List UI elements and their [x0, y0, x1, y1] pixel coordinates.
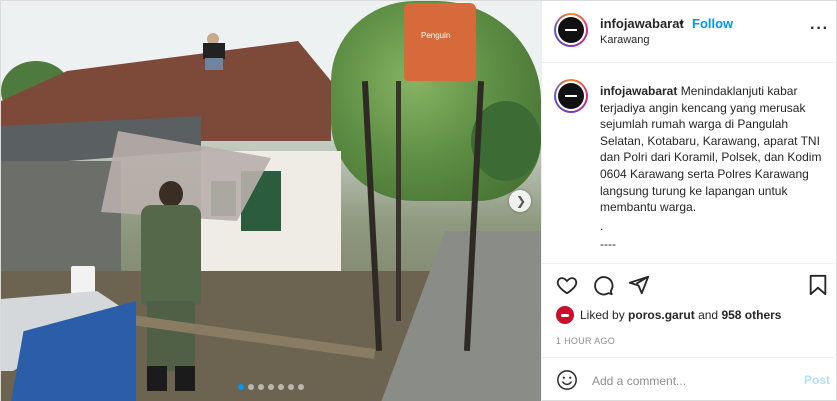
- chevron-right-icon: ❯: [515, 194, 527, 208]
- post-photo[interactable]: Penguin ❯: [1, 1, 541, 401]
- post-timestamp[interactable]: 1 HOUR AGO: [556, 336, 615, 346]
- photo-man-on-roof: [201, 33, 229, 73]
- avatar[interactable]: [554, 13, 588, 47]
- carousel-dot: [278, 384, 284, 390]
- likes-others[interactable]: 958 others: [721, 308, 781, 322]
- post-header: infojawabarat • Follow Karawang ···: [542, 1, 837, 63]
- heart-icon[interactable]: [556, 274, 578, 296]
- caption-avatar[interactable]: [554, 79, 588, 113]
- follow-button[interactable]: Follow: [692, 16, 733, 31]
- carousel-dot: [258, 384, 264, 390]
- instagram-post: Penguin ❯ infojawabarat • Follow Karawan…: [0, 0, 837, 401]
- username-link[interactable]: infojawabarat: [600, 16, 684, 31]
- carousel-dot: [298, 384, 304, 390]
- likes-and: and: [698, 308, 719, 322]
- location-link[interactable]: Karawang: [600, 34, 650, 46]
- more-horizontal-icon[interactable]: ···: [810, 21, 829, 37]
- separator-dot: •: [679, 15, 684, 30]
- liker-username[interactable]: poros.garut: [628, 308, 695, 322]
- carousel-indicator: [1, 384, 541, 390]
- photo-tank-brand: Penguin: [421, 31, 451, 40]
- likes-prefix: Liked by: [580, 308, 625, 322]
- liker-avatar[interactable]: [556, 306, 574, 324]
- photo-water-tank: [404, 3, 476, 81]
- carousel-dot: [238, 384, 244, 390]
- caption-area: infojawabarat Menindaklanjuti kabar terj…: [542, 63, 837, 263]
- caption-dot-line: .: [600, 218, 604, 233]
- caption-dash-line: ----: [600, 237, 616, 252]
- action-bar: Liked by poros.garut and 958 others 1 HO…: [542, 263, 837, 371]
- photo-soldier: [129, 181, 209, 391]
- caption: infojawabarat Menindaklanjuti kabar terj…: [600, 83, 828, 253]
- carousel-dot: [288, 384, 294, 390]
- likes-summary[interactable]: Liked by poros.garut and 958 others: [580, 308, 781, 322]
- comment-input[interactable]: [592, 371, 792, 391]
- paper-plane-icon[interactable]: [628, 274, 650, 296]
- comment-bar: Post: [542, 357, 837, 401]
- caption-text: Menindaklanjuti kabar terjadiya angin ke…: [600, 84, 822, 215]
- carousel-dot: [248, 384, 254, 390]
- carousel-dot: [268, 384, 274, 390]
- carousel-next-button[interactable]: ❯: [509, 190, 531, 212]
- post-comment-button[interactable]: Post: [804, 373, 830, 387]
- photo-house-wall: [1, 161, 121, 281]
- comment-icon[interactable]: [592, 274, 614, 296]
- bookmark-icon[interactable]: [808, 274, 828, 296]
- smiley-icon[interactable]: [556, 369, 578, 391]
- photo-tower-leg: [396, 81, 401, 321]
- post-side-panel: infojawabarat • Follow Karawang ··· info…: [541, 1, 837, 401]
- caption-username[interactable]: infojawabarat: [600, 84, 677, 98]
